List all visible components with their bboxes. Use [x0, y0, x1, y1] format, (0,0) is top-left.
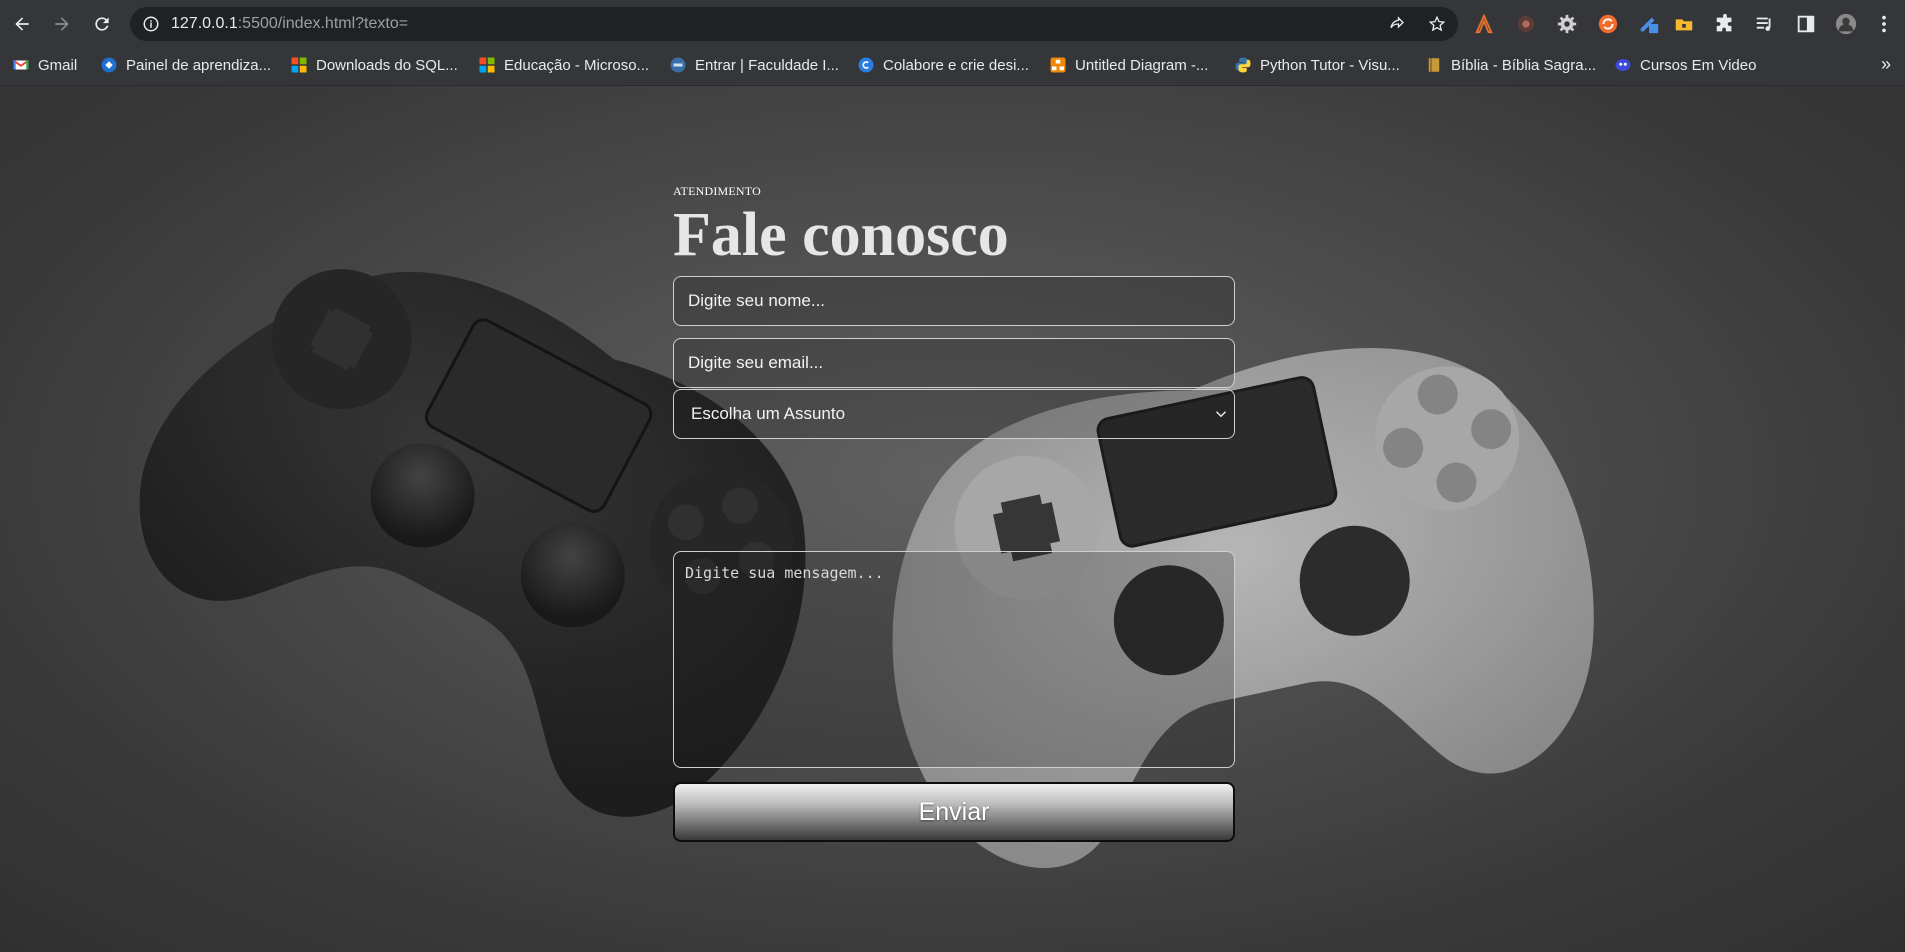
- side-panel-icon[interactable]: [1794, 12, 1818, 36]
- extension-disc-icon[interactable]: [1514, 12, 1538, 36]
- site-info-icon[interactable]: [142, 15, 160, 33]
- bookmark-canva[interactable]: Colabore e crie desi...: [857, 48, 1029, 82]
- bookmark-cursos-em-video[interactable]: Cursos Em Video: [1614, 48, 1756, 82]
- microsoft-icon: [478, 56, 496, 74]
- arrow-right-icon: [55, 17, 69, 31]
- bookmark-python-tutor[interactable]: Python Tutor - Visu...: [1234, 48, 1400, 82]
- microsoft-icon: [290, 56, 308, 74]
- bookmarks-bar: Gmail Painel de aprendiza... Downloads d…: [0, 48, 1905, 86]
- bookmark-label: Gmail: [38, 56, 78, 74]
- forward-button[interactable]: [48, 10, 76, 38]
- bookmark-label: Painel de aprendiza...: [126, 56, 272, 74]
- faculdade-icon: [669, 56, 687, 74]
- profile-avatar-icon[interactable]: [1834, 12, 1858, 36]
- extensions-puzzle-icon[interactable]: [1713, 12, 1737, 36]
- bookmark-painel[interactable]: Painel de aprendiza...: [100, 48, 271, 82]
- bookmark-biblia[interactable]: Bíblia - Bíblia Sagra...: [1425, 48, 1596, 82]
- extension-folder-icon[interactable]: [1672, 12, 1696, 36]
- share-icon[interactable]: [1388, 15, 1406, 33]
- url-host: 127.0.0.1: [171, 15, 238, 32]
- extension-sync-icon[interactable]: [1596, 12, 1620, 36]
- subject-select[interactable]: Escolha um Assunto: [673, 389, 1235, 439]
- subject-selected-value: Escolha um Assunto: [691, 404, 846, 423]
- arrow-left-icon: [15, 17, 29, 31]
- page-viewport: ATENDIMENTO Fale conosco Digite seu nome…: [0, 86, 1905, 952]
- bookmark-label: Colabore e crie desi...: [883, 56, 1029, 74]
- submit-button[interactable]: Enviar: [673, 782, 1235, 842]
- bookmark-untitled-diagram[interactable]: Untitled Diagram -...: [1049, 48, 1208, 82]
- extension-a-icon[interactable]: [1472, 12, 1496, 36]
- bookmark-faculdade[interactable]: Entrar | Faculdade I...: [669, 48, 839, 82]
- name-placeholder: Digite seu nome...: [688, 291, 826, 310]
- browser-toolbar: 127.0.0.1:5500/index.html?texto=: [0, 0, 1905, 48]
- bible-icon: [1425, 56, 1443, 74]
- back-button[interactable]: [8, 10, 36, 38]
- bookmark-label: Downloads do SQL...: [316, 56, 458, 74]
- menu-kebab-icon[interactable]: [1872, 12, 1896, 36]
- gmail-icon: [12, 56, 30, 74]
- message-textarea[interactable]: Digite sua mensagem...: [673, 551, 1235, 768]
- bookmark-label: Bíblia - Bíblia Sagra...: [1451, 56, 1597, 74]
- diagram-icon: [1049, 56, 1067, 74]
- bookmark-downloads-sql[interactable]: Downloads do SQL...: [290, 48, 458, 82]
- bookmark-star-icon[interactable]: [1428, 15, 1446, 33]
- gear-icon[interactable]: [1555, 12, 1579, 36]
- reload-button[interactable]: [88, 10, 116, 38]
- bookmark-label: Cursos Em Video: [1640, 56, 1757, 74]
- canva-icon: [857, 56, 875, 74]
- url-text[interactable]: 127.0.0.1:5500/index.html?texto=: [171, 7, 408, 41]
- extension-pen-icon[interactable]: [1637, 12, 1661, 36]
- bookmark-label: Entrar | Faculdade I...: [695, 56, 839, 74]
- name-input[interactable]: Digite seu nome...: [673, 276, 1235, 326]
- bookmark-educacao[interactable]: Educação - Microso...: [478, 48, 649, 82]
- section-eyebrow: ATENDIMENTO: [673, 184, 761, 198]
- cursos-em-video-icon: [1614, 56, 1632, 74]
- email-input[interactable]: Digite seu email...: [673, 338, 1235, 388]
- bookmark-label: Untitled Diagram -...: [1075, 56, 1209, 74]
- bookmark-label: Python Tutor - Visu...: [1260, 56, 1400, 74]
- address-bar[interactable]: 127.0.0.1:5500/index.html?texto=: [130, 7, 1458, 41]
- media-queue-icon[interactable]: [1753, 12, 1777, 36]
- page-title: Fale conosco: [673, 201, 1009, 269]
- message-placeholder: Digite sua mensagem...: [685, 564, 884, 582]
- email-placeholder: Digite seu email...: [688, 353, 824, 372]
- reload-icon: [95, 17, 109, 31]
- bookmarks-overflow-icon[interactable]: »: [1881, 54, 1891, 75]
- python-icon: [1234, 56, 1252, 74]
- chevron-down-icon: [1215, 411, 1227, 418]
- learning-panel-icon: [100, 56, 118, 74]
- bookmark-gmail[interactable]: Gmail: [12, 48, 77, 82]
- bookmark-label: Educação - Microso...: [504, 56, 650, 74]
- url-path: :5500/index.html?texto=: [237, 15, 409, 32]
